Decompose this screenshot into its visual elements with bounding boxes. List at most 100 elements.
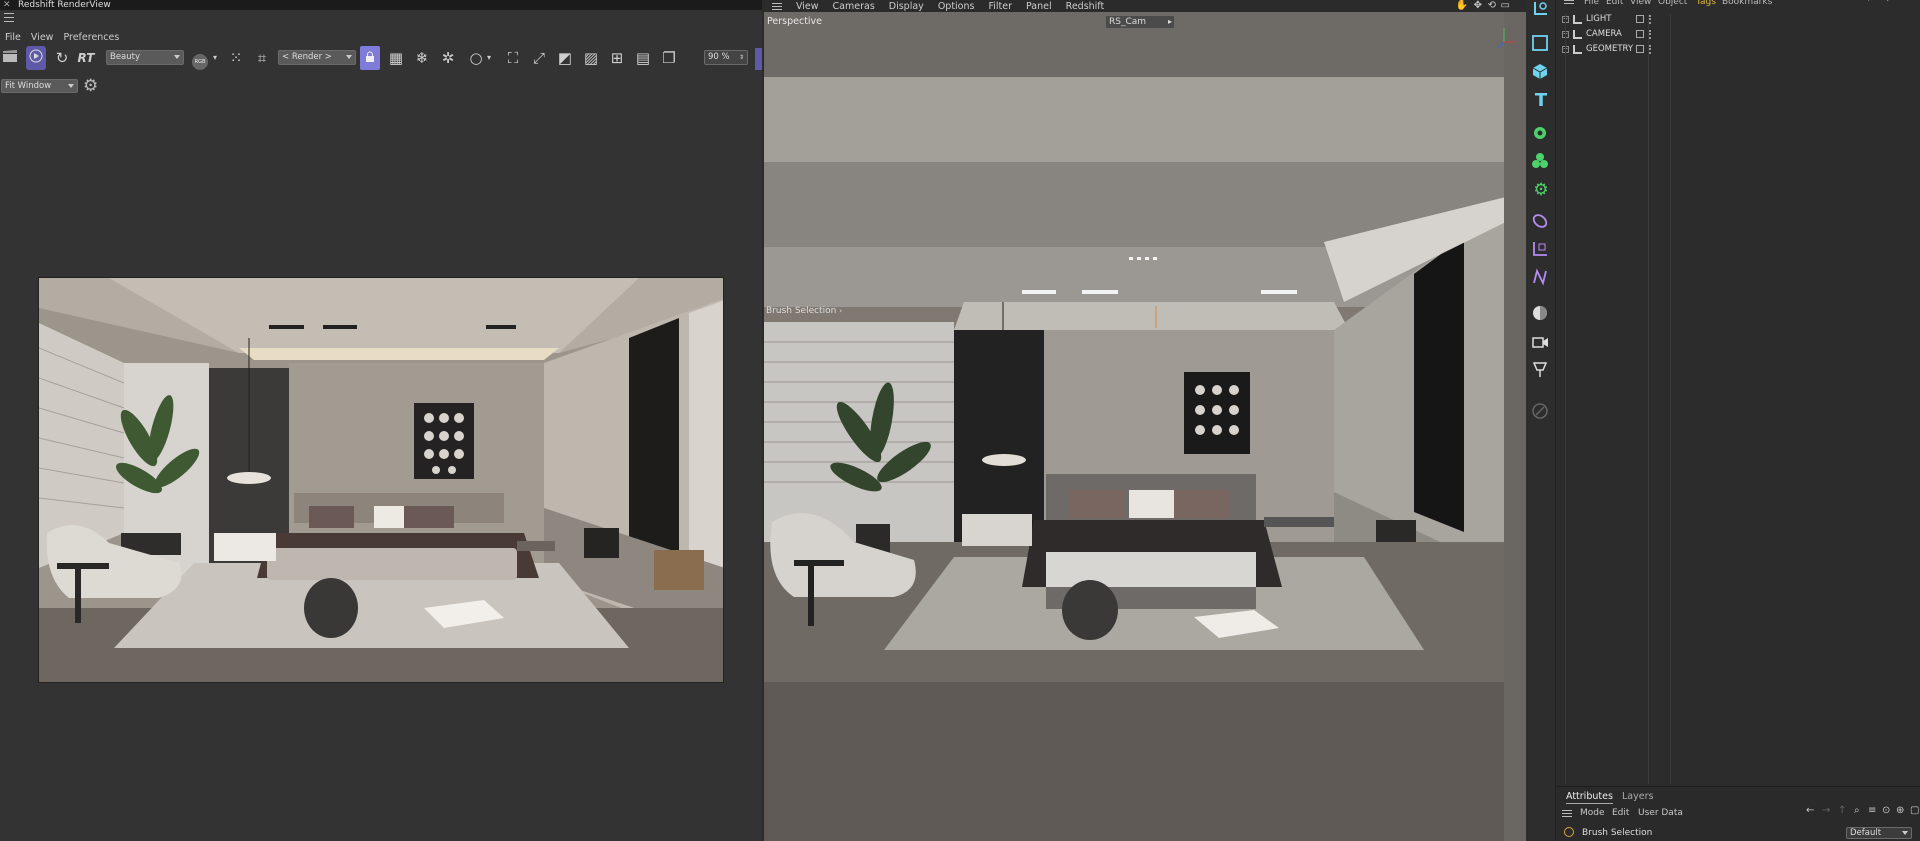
focus-icon[interactable]: ⛶ [503, 46, 523, 70]
chevron-down-icon[interactable]: ▾ [484, 46, 494, 70]
vp-menu-options[interactable]: Options [938, 1, 975, 12]
rectangle-select-icon[interactable] [1531, 34, 1551, 54]
visibility-checkbox[interactable] [1636, 45, 1644, 53]
rendered-image [38, 277, 724, 683]
vp-menu-cameras[interactable]: Cameras [833, 1, 875, 12]
object-row-camera[interactable]: + CAMERA [1562, 27, 1651, 41]
layer-dots-icon[interactable] [1649, 44, 1652, 54]
column-divider [1565, 14, 1566, 784]
copy-icon[interactable]: ❐ [659, 46, 679, 70]
generator-icon[interactable] [1531, 124, 1551, 144]
tool-palette: T ⚙ [1526, 0, 1556, 841]
preset-select[interactable]: Default [1846, 827, 1912, 839]
rt-toggle-button[interactable]: RT [76, 46, 96, 70]
text-tool-icon[interactable]: T [1531, 90, 1551, 111]
refresh-icon[interactable]: ↻ [52, 46, 72, 70]
grid-icon[interactable]: ▦ [386, 46, 406, 70]
back-arrow-icon[interactable]: ← [1806, 805, 1814, 816]
rotate-view-icon[interactable]: ⟲ [1488, 0, 1496, 11]
lock-icon[interactable] [360, 46, 380, 70]
vp-menu-redshift[interactable]: Redshift [1066, 1, 1105, 12]
field-icon[interactable] [1531, 240, 1551, 260]
camera-tool-icon[interactable] [1531, 332, 1551, 352]
filter-icon[interactable]: ≡ [1868, 805, 1876, 816]
om-menu-object[interactable]: Object [1658, 0, 1687, 7]
move-tool-icon[interactable] [1531, 0, 1551, 20]
hamburger-menu-icon[interactable] [1564, 0, 1574, 7]
search-icon[interactable]: ⌕ [1854, 805, 1860, 816]
chevron-right-icon[interactable]: › [839, 307, 842, 315]
render-select[interactable]: < Render > [278, 50, 356, 65]
vp-menu-panel[interactable]: Panel [1026, 1, 1052, 12]
settings-icon[interactable]: ⊕ [1896, 805, 1904, 816]
close-icon[interactable]: ✕ [3, 0, 11, 10]
visibility-checkbox[interactable] [1636, 15, 1644, 23]
save-image-icon[interactable]: ▤ [633, 46, 653, 70]
om-menu-edit[interactable]: Edit [1606, 0, 1623, 7]
layer-dots-icon[interactable] [1649, 29, 1652, 39]
fit-icon[interactable]: ⤢ [529, 46, 549, 70]
rgb-channel-button[interactable]: RGB [188, 46, 212, 70]
search-icon[interactable]: ⌕ [1868, 0, 1873, 4]
snowflake-icon[interactable]: ❄ [412, 46, 432, 70]
add-snapshot-icon[interactable]: ⊞ [607, 46, 627, 70]
maximize-view-icon[interactable]: ▭ [1501, 0, 1510, 11]
vp-menu-filter[interactable]: Filter [988, 1, 1012, 12]
arrow-up-icon[interactable]: ↑ [1884, 0, 1892, 4]
attr-menu-user-data[interactable]: User Data [1638, 808, 1683, 818]
cloner-icon[interactable] [1531, 152, 1551, 172]
chevron-down-icon[interactable]: ▾ [210, 46, 220, 70]
camera-select[interactable]: RS_Cam ▸ [1106, 16, 1174, 28]
start-render-icon[interactable] [26, 46, 46, 70]
forward-arrow-icon[interactable]: → [1822, 805, 1830, 816]
viewport-canvas[interactable] [764, 12, 1526, 841]
object-row-geometry[interactable]: + GEOMETRY [1562, 42, 1651, 56]
viewport-view-label[interactable]: Perspective [767, 16, 822, 27]
disabled-tool-icon[interactable] [1531, 402, 1551, 422]
hamburger-menu-icon[interactable] [4, 13, 14, 22]
tab-attributes[interactable]: Attributes [1566, 791, 1613, 804]
deformer-icon[interactable] [1531, 212, 1551, 232]
settings-gear-green-icon[interactable]: ⚙ [1531, 180, 1551, 200]
hand-pan-icon[interactable]: ✋ [1456, 0, 1468, 11]
gear-icon[interactable]: ⚙ [83, 77, 101, 95]
zoom-field[interactable]: 90 % ⇕ [704, 50, 748, 65]
new-window-icon[interactable]: ▢ [1910, 805, 1919, 816]
hamburger-menu-icon[interactable] [772, 2, 782, 10]
floor-icon[interactable] [1531, 360, 1551, 380]
tab-layers[interactable]: Layers [1622, 791, 1653, 802]
fit-window-select[interactable]: Fit Window [1, 79, 78, 93]
om-menu-bookmarks[interactable]: Bookmarks [1722, 0, 1772, 7]
aov-select[interactable]: Beauty [106, 50, 184, 65]
object-row-light[interactable]: + LIGHT [1562, 12, 1651, 26]
spline-icon[interactable] [1531, 268, 1551, 288]
om-menu-file[interactable]: File [1584, 0, 1599, 7]
circle-icon[interactable]: ○ [466, 46, 486, 70]
lock-icon[interactable]: ⊙ [1882, 805, 1890, 816]
snowflake-settings-icon[interactable]: ✲ [438, 46, 458, 70]
visibility-checkbox[interactable] [1636, 30, 1644, 38]
menu-file[interactable]: File [5, 32, 21, 44]
om-menu-view[interactable]: View [1630, 0, 1651, 7]
accent-tab[interactable] [755, 48, 762, 70]
light-icon[interactable] [1531, 304, 1551, 324]
null-object-icon [1573, 29, 1582, 39]
vp-menu-view[interactable]: View [796, 1, 819, 12]
menu-preferences[interactable]: Preferences [63, 32, 119, 44]
hamburger-menu-icon[interactable] [1562, 810, 1572, 820]
layer-dots-icon[interactable] [1649, 14, 1652, 24]
image-icon[interactable]: ▨ [581, 46, 601, 70]
cube-icon[interactable] [1531, 62, 1551, 82]
up-arrow-icon[interactable]: ↑ [1838, 805, 1846, 816]
grid-dots-icon[interactable]: ⁙ [226, 46, 246, 70]
crop-icon[interactable]: ⌗ [252, 46, 272, 70]
menu-view[interactable]: View [31, 32, 54, 44]
stepper-icon[interactable]: ⇕ [739, 51, 744, 64]
move-view-icon[interactable]: ✥ [1474, 0, 1482, 11]
compare-icon[interactable]: ◩ [555, 46, 575, 70]
attr-menu-mode[interactable]: Mode [1580, 808, 1605, 818]
clapperboard-icon[interactable] [0, 46, 20, 70]
attr-menu-edit[interactable]: Edit [1612, 808, 1629, 818]
vp-menu-display[interactable]: Display [889, 1, 924, 12]
om-menu-tags[interactable]: Tags [1696, 0, 1716, 7]
